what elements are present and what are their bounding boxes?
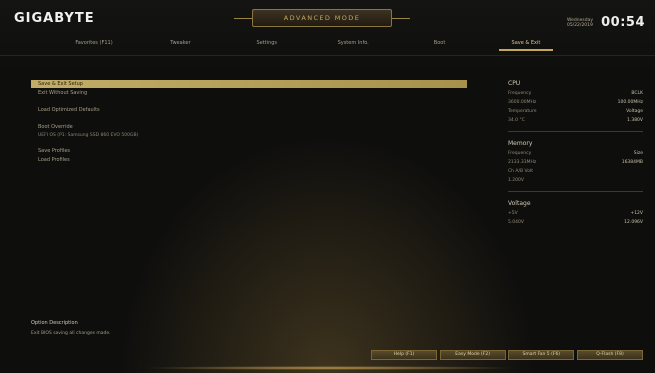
- cpu-row: Temperature Voltage: [508, 107, 643, 116]
- voltage-label: +5V: [508, 211, 518, 216]
- menu-item-load-defaults[interactable]: Load Optimized Defaults: [31, 106, 467, 114]
- memory-voltage-value: 1.200V: [508, 178, 524, 183]
- menu-item-boot-override[interactable]: Boot Override: [31, 123, 467, 131]
- panel-divider: [508, 131, 643, 132]
- time-display: 00:54: [601, 15, 645, 30]
- save-exit-menu: Save & Exit Setup Exit Without Saving Lo…: [31, 80, 467, 165]
- cpu-row: Frequency BCLK: [508, 89, 643, 98]
- tab-tweaker[interactable]: Tweaker: [150, 40, 210, 46]
- cpu-row: 3600.00MHz 100.00MHz: [508, 98, 643, 107]
- cpu-temperature-value: 34.0 °C: [508, 118, 525, 123]
- help-text: Exit BIOS saving all changes made.: [31, 331, 111, 336]
- tab-settings[interactable]: Settings: [237, 40, 297, 46]
- tab-favorites[interactable]: Favorites (F11): [64, 40, 124, 46]
- menu-item-load-profiles[interactable]: Load Profiles: [31, 156, 467, 164]
- cpu-label: Frequency: [508, 91, 532, 96]
- hardware-monitor-panel: CPU Frequency BCLK 3600.00MHz 100.00MHz Te…: [508, 78, 643, 227]
- date-display: Wednesday 05/22/2019: [567, 18, 593, 28]
- memory-row: Ch A/B Volt: [508, 167, 643, 176]
- tab-boot[interactable]: Boot: [410, 40, 470, 46]
- brand-logo: GIGABYTE: [14, 11, 95, 26]
- mode-line-right: [392, 18, 410, 19]
- menu-item-exit-without-saving[interactable]: Exit Without Saving: [31, 89, 467, 97]
- cpu-frequency-value: 3600.00MHz: [508, 100, 537, 105]
- help-title: Option Description: [31, 320, 78, 326]
- menu-item-save-exit[interactable]: Save & Exit Setup: [31, 80, 467, 88]
- bios-screen: GIGABYTE ADVANCED MODE Wednesday 05/22/2…: [0, 0, 655, 373]
- menu-item-save-profiles[interactable]: Save Profiles: [31, 147, 467, 155]
- cpu-bclk-value: 100.00MHz: [617, 100, 643, 105]
- memory-section-title: Memory: [508, 140, 533, 147]
- cpu-row: 34.0 °C 1.380V: [508, 116, 643, 125]
- mode-line-left: [234, 18, 252, 19]
- voltage-section-title: Voltage: [508, 200, 531, 207]
- voltage-5v-value: 5.040V: [508, 220, 524, 225]
- tab-system-info[interactable]: System Info.: [323, 40, 383, 46]
- header-divider: [0, 55, 655, 56]
- bottom-glow-decoration: [140, 366, 520, 370]
- voltage-row: 5.040V 12.096V: [508, 218, 643, 227]
- memory-label: Ch A/B Volt: [508, 169, 534, 174]
- cpu-label: Temperature: [508, 109, 537, 114]
- main-tabs: Favorites (F11) Tweaker Settings System …: [64, 36, 556, 51]
- panel-divider: [508, 191, 643, 192]
- clock: Wednesday 05/22/2019 00:54: [567, 12, 645, 31]
- cpu-label: Voltage: [626, 109, 643, 114]
- memory-row: Frequency Size: [508, 149, 643, 158]
- voltage-12v-value: 12.096V: [624, 220, 643, 225]
- memory-frequency-value: 2133.33MHz: [508, 160, 537, 165]
- mode-banner-wrap: ADVANCED MODE: [234, 7, 410, 31]
- voltage-label: +12V: [630, 211, 643, 216]
- voltage-row: +5V +12V: [508, 209, 643, 218]
- memory-label: Size: [633, 151, 643, 156]
- smart-fan-button[interactable]: Smart Fan 5 (F6): [508, 350, 575, 360]
- cpu-voltage-value: 1.380V: [627, 118, 643, 123]
- q-flash-button[interactable]: Q-Flash (F8): [576, 350, 643, 360]
- memory-label: Frequency: [508, 151, 532, 156]
- easy-mode-button[interactable]: Easy Mode (F2): [439, 350, 506, 360]
- memory-row: 1.200V: [508, 176, 643, 185]
- bottom-button-bar: Help (F1) Easy Mode (F2) Smart Fan 5 (F6…: [371, 350, 643, 360]
- option-description: Option Description Exit BIOS saving all …: [31, 320, 111, 336]
- memory-row: 2133.33MHz 16384MB: [508, 158, 643, 167]
- memory-size-value: 16384MB: [621, 160, 643, 165]
- cpu-section-title: CPU: [508, 80, 521, 87]
- tab-save-exit[interactable]: Save & Exit: [496, 40, 556, 51]
- mode-banner[interactable]: ADVANCED MODE: [252, 9, 392, 27]
- boot-override-device[interactable]: UEFI OS (P1: Samsung SSD 860 EVO 500GB): [31, 132, 467, 139]
- cpu-label: BCLK: [631, 91, 643, 96]
- help-button[interactable]: Help (F1): [371, 350, 437, 360]
- date: 05/22/2019: [566, 22, 593, 28]
